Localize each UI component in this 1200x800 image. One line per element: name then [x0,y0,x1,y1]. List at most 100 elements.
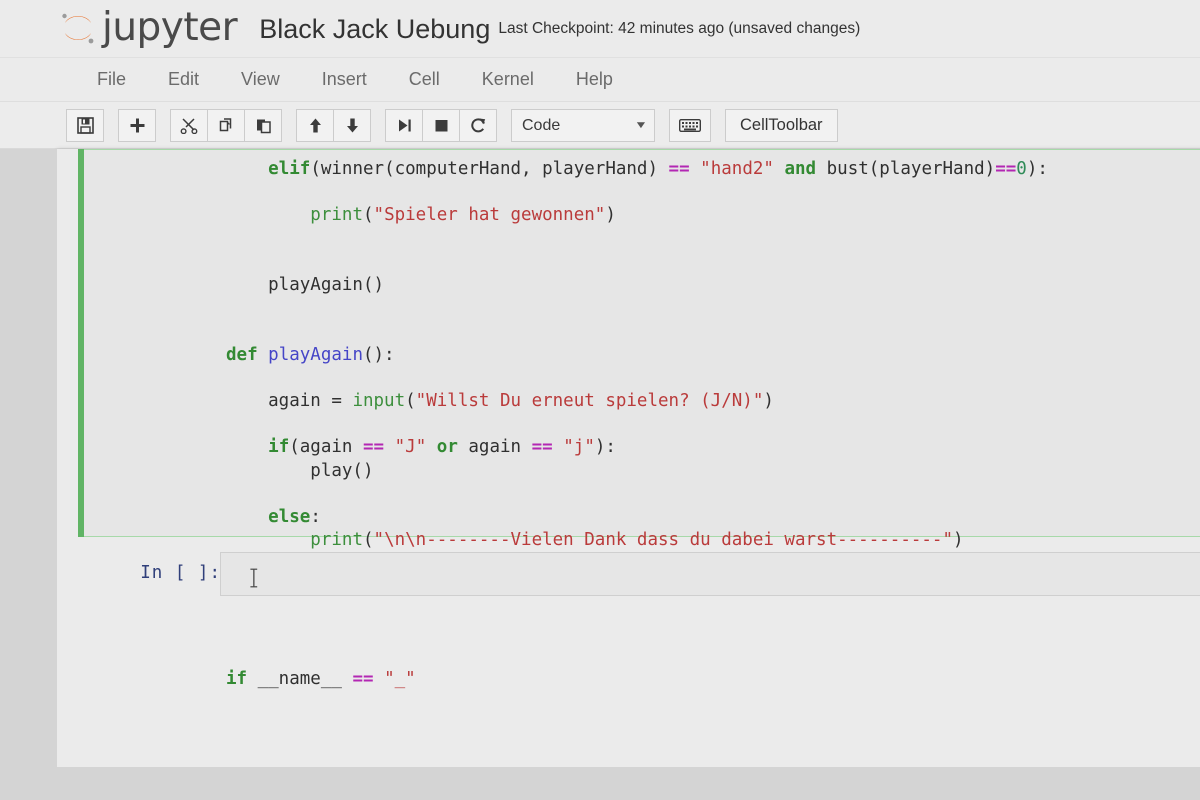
toolbar-group-run [385,109,497,142]
menu-item-file[interactable]: File [76,65,147,94]
jupyter-logo-icon[interactable] [57,8,99,50]
arrow-down-icon [346,118,358,133]
paste-icon [256,119,271,134]
code-token: "hand2" [700,159,774,179]
menu-bar-items: File Edit View Insert Cell Kernel Help [76,58,634,101]
toolbar-group-move [296,109,371,142]
code-token: "J" [394,437,427,458]
code-token: bust(playerHand) [816,159,996,179]
copy-icon [219,118,231,132]
move-cell-down-button[interactable] [333,109,371,142]
menu-item-view[interactable]: View [220,65,301,94]
arrow-up-icon [309,118,321,133]
code-token: else [268,507,311,528]
code-token: == [363,437,385,458]
save-button[interactable] [66,109,104,142]
notebook-toolbar: Code ▼ CellToolbar [0,102,1200,149]
toolbar-items: Code ▼ CellToolbar [66,109,838,142]
code-token: "Spieler hat gewonnen" [373,205,606,226]
code-token: again = [226,391,353,412]
notebook-header: jupyter Black Jack Uebung Last Checkpoin… [0,0,1200,58]
cut-icon [180,118,198,134]
notebook-title[interactable]: Black Jack Uebung [259,14,490,45]
code-token: "_" [384,669,416,690]
code-editor-area[interactable]: elif(winner(computerHand, playerHand) ==… [226,158,1200,689]
code-token: ) [953,530,964,551]
run-cell-button[interactable] [385,109,423,142]
code-token: ) [763,391,774,412]
menu-item-kernel[interactable]: Kernel [461,65,555,94]
paste-cells-button[interactable] [244,109,282,142]
empty-code-input[interactable] [220,552,1200,596]
chevron-down-icon: ▼ [634,120,648,131]
code-cell-empty[interactable]: In [ ]: [57,551,1200,623]
menu-item-edit[interactable]: Edit [147,65,220,94]
page-bottom-margin [0,767,1200,800]
code-token: if [226,669,248,690]
code-token: elif [268,159,311,179]
ibeam-icon [250,568,258,588]
code-token: and [784,159,817,179]
code-token: == [668,159,690,179]
move-cell-up-button[interactable] [296,109,334,142]
code-token: ): [594,437,616,458]
code-token: or [436,437,458,458]
menu-bar: File Edit View Insert Cell Kernel Help [0,58,1200,102]
stop-icon [435,120,447,132]
code-token: def [226,344,269,365]
menu-item-cell[interactable]: Cell [388,65,461,94]
text-cursor-ibeam [249,568,259,588]
insert-cell-below-button[interactable] [118,109,156,142]
run-icon [398,119,411,132]
code-token: ) [605,205,616,226]
code-token: playAgain [268,344,363,365]
celltoolbar-button[interactable]: CellToolbar [725,109,838,142]
toolbar-group-save [66,109,104,142]
cell-type-dropdown[interactable]: Code ▼ [511,109,655,142]
jupyter-notebook-window: jupyter Black Jack Uebung Last Checkpoin… [0,0,1200,800]
jupyter-wordmark: jupyter [102,4,238,50]
celltoolbar-label: CellToolbar [740,116,823,134]
code-token: again [457,437,532,458]
code-token: input [352,391,406,412]
code-token: "j" [563,437,595,458]
code-token: "\n\n--------Vielen Dank dass du dabei w… [373,530,954,551]
code-token: ( [362,205,374,226]
code-cell-selected[interactable]: elif(winner(computerHand, playerHand) ==… [78,149,1200,689]
code-token: "Willst Du erneut spielen? (J/N)" [415,391,764,412]
copy-cells-button[interactable] [207,109,245,142]
command-palette-button[interactable] [669,109,711,142]
jupyter-logo-svg [62,13,94,44]
code-token: print [310,205,363,226]
notebook-body: elif(winner(computerHand, playerHand) ==… [57,149,1200,767]
code-token: if [268,437,290,458]
header-inner: jupyter Black Jack Uebung Last Checkpoin… [57,0,860,58]
input-prompt-label: In [ ]: [140,563,221,583]
code-token: 0 [1016,159,1027,179]
code-token: print [310,530,363,551]
menu-item-help[interactable]: Help [555,65,634,94]
page-left-margin [0,149,57,800]
code-token: __name__ [247,669,353,690]
code-token: : [310,507,321,528]
code-token: (winner(computerHand, playerHand) [310,159,669,179]
keyboard-icon [679,119,701,132]
code-token: play() [226,460,374,481]
add-cell-icon [130,118,144,133]
code-token: ( [362,530,374,551]
interrupt-kernel-button[interactable] [422,109,460,142]
code-token: ( [405,391,416,412]
restart-kernel-button[interactable] [459,109,497,142]
code-token: ): [1026,159,1048,179]
menu-item-insert[interactable]: Insert [301,65,388,94]
cut-cells-button[interactable] [170,109,208,142]
code-token: == [531,437,553,458]
restart-icon [470,118,485,133]
